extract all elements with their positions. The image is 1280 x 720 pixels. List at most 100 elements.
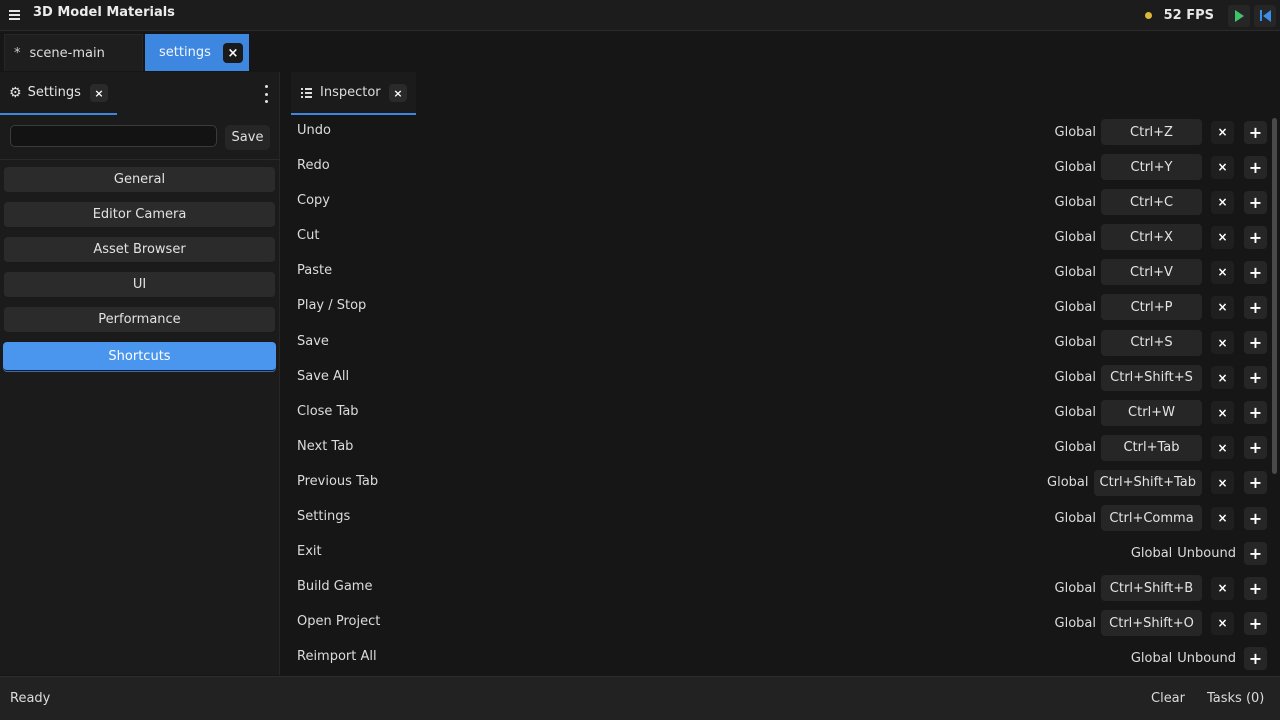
doc-tab-label: settings [159,45,211,60]
shortcut-scope: Global [1054,335,1096,351]
shortcut-key-button[interactable]: Ctrl+Comma [1101,505,1202,532]
panel-tab-settings[interactable]: ⚙ Settings × [0,72,117,115]
remove-binding-button[interactable]: × [1211,366,1234,390]
add-binding-button[interactable]: + [1244,576,1267,600]
category-ui[interactable]: UI [4,272,275,298]
add-binding-button[interactable]: + [1244,190,1267,214]
remove-binding-button[interactable]: × [1211,295,1234,319]
panel-tab-label: Inspector [320,85,381,100]
add-binding-button[interactable]: + [1244,260,1267,284]
shortcut-binding: Global Ctrl+C × + [1055,189,1267,216]
remove-binding-button[interactable]: × [1211,436,1234,460]
shortcut-key-button[interactable]: Ctrl+Shift+O [1101,610,1202,637]
settings-panel: ⚙ Settings × Save General Editor Camera … [0,72,280,675]
shortcut-action-label: Reimport All [297,649,377,665]
shortcut-action-label: Next Tab [297,438,354,454]
add-binding-button[interactable]: + [1244,225,1267,249]
remove-binding-button[interactable]: × [1211,225,1234,249]
shortcut-binding: Global Ctrl+V × + [1055,259,1267,286]
add-binding-button[interactable]: + [1244,120,1267,144]
shortcut-key-button[interactable]: Ctrl+X [1101,224,1202,251]
remove-binding-button[interactable]: × [1211,401,1234,425]
shortcut-binding: Global Ctrl+Shift+Tab × + [1047,469,1267,496]
settings-search-input[interactable] [10,125,217,147]
add-binding-button[interactable]: + [1244,506,1267,530]
close-tab-icon[interactable]: × [223,43,243,63]
shortcut-key-button[interactable]: Ctrl+W [1101,399,1202,426]
hamburger-icon[interactable] [0,0,28,31]
shortcut-binding: Global Ctrl+Z × + [1055,119,1267,145]
shortcut-scope: Global [1054,229,1096,245]
panel-tab-inspector[interactable]: Inspector × [291,72,416,115]
category-shortcuts[interactable]: Shortcuts [3,342,276,371]
shortcut-action-label: Save [297,333,329,349]
shortcut-binding: Global Ctrl+S × + [1054,329,1267,356]
add-binding-button[interactable]: + [1244,401,1267,425]
remove-binding-button[interactable]: × [1211,155,1234,179]
clear-button[interactable]: Clear [1151,691,1185,706]
remove-binding-button[interactable]: × [1211,331,1234,355]
shortcut-key-button[interactable]: Ctrl+Shift+B [1101,575,1202,602]
add-binding-button[interactable]: + [1244,295,1267,319]
add-binding-button[interactable]: + [1244,366,1267,390]
shortcut-scope: Global [1054,124,1096,140]
remove-binding-button[interactable]: × [1211,611,1234,635]
shortcut-row: Next Tab Global Ctrl+Tab × + [291,431,1280,466]
remove-binding-button[interactable]: × [1211,471,1234,495]
add-binding-button[interactable]: + [1244,155,1267,179]
gear-icon: ⚙ [9,84,22,101]
category-editor-camera[interactable]: Editor Camera [4,202,275,228]
shortcut-key-button[interactable]: Ctrl+Y [1101,154,1202,181]
document-tabbar: * scene-main settings × [0,32,1280,72]
topbar-controls: 52 FPS [1144,0,1280,31]
remove-binding-button[interactable]: × [1211,576,1234,600]
shortcut-row: Cut Global Ctrl+X × + [291,220,1280,255]
remove-binding-button[interactable]: × [1211,260,1234,284]
shortcut-unbound-label: Unbound [1177,545,1236,561]
shortcut-key-button[interactable]: Ctrl+Shift+S [1101,364,1202,391]
close-icon[interactable]: × [90,84,108,102]
shortcut-row: Copy Global Ctrl+C × + [291,185,1280,220]
save-button[interactable]: Save [225,125,270,150]
remove-binding-button[interactable]: × [1211,190,1234,214]
shortcut-binding: Global Ctrl+Shift+B × + [1055,575,1267,602]
shortcut-key-button[interactable]: Ctrl+Tab [1101,434,1202,461]
doc-tab-scene-main[interactable]: * scene-main [4,34,143,71]
remove-binding-button[interactable]: × [1211,506,1234,530]
add-binding-button[interactable]: + [1244,471,1267,495]
add-binding-button[interactable]: + [1244,436,1267,460]
doc-tab-settings[interactable]: settings × [145,34,249,71]
remove-binding-button[interactable]: × [1211,120,1234,144]
shortcut-action-label: Play / Stop [297,298,367,314]
add-binding-button[interactable]: + [1244,611,1267,635]
close-icon[interactable]: × [389,84,407,102]
shortcut-scope: Global [1054,440,1096,456]
shortcut-key-button[interactable]: Ctrl+P [1101,294,1202,321]
category-general[interactable]: General [4,167,275,193]
shortcut-key-button[interactable]: Ctrl+Shift+Tab [1093,469,1202,496]
shortcut-action-label: Cut [297,228,320,244]
shortcut-key-button[interactable]: Ctrl+V [1101,259,1202,286]
play-button[interactable] [1228,4,1250,27]
category-performance[interactable]: Performance [4,307,275,333]
tasks-button[interactable]: Tasks (0) [1207,691,1264,706]
shortcut-binding: Global Ctrl+X × + [1054,224,1267,251]
scrollbar[interactable] [1272,118,1277,474]
add-binding-button[interactable]: + [1244,331,1267,355]
skip-to-start-button[interactable] [1254,4,1276,27]
kebab-icon[interactable] [262,85,270,103]
shortcut-action-label: Exit [297,544,322,560]
shortcut-key-button[interactable]: Ctrl+Z [1101,119,1202,145]
shortcut-action-label: Open Project [297,614,381,630]
shortcut-key-button[interactable]: Ctrl+S [1101,329,1202,356]
add-binding-button[interactable]: + [1244,646,1267,670]
shortcut-key-button[interactable]: Ctrl+C [1101,189,1202,216]
shortcut-action-label: Paste [297,263,333,279]
category-asset-browser[interactable]: Asset Browser [4,237,275,263]
add-binding-button[interactable]: + [1244,541,1267,565]
shortcut-binding: Global Ctrl+Comma × + [1055,505,1267,532]
fps-indicator-icon [1144,12,1152,19]
panel-tabbar: ⚙ Settings × [0,72,279,115]
list-icon [301,87,312,98]
shortcut-row: Play / Stop Global Ctrl+P × + [291,290,1280,325]
